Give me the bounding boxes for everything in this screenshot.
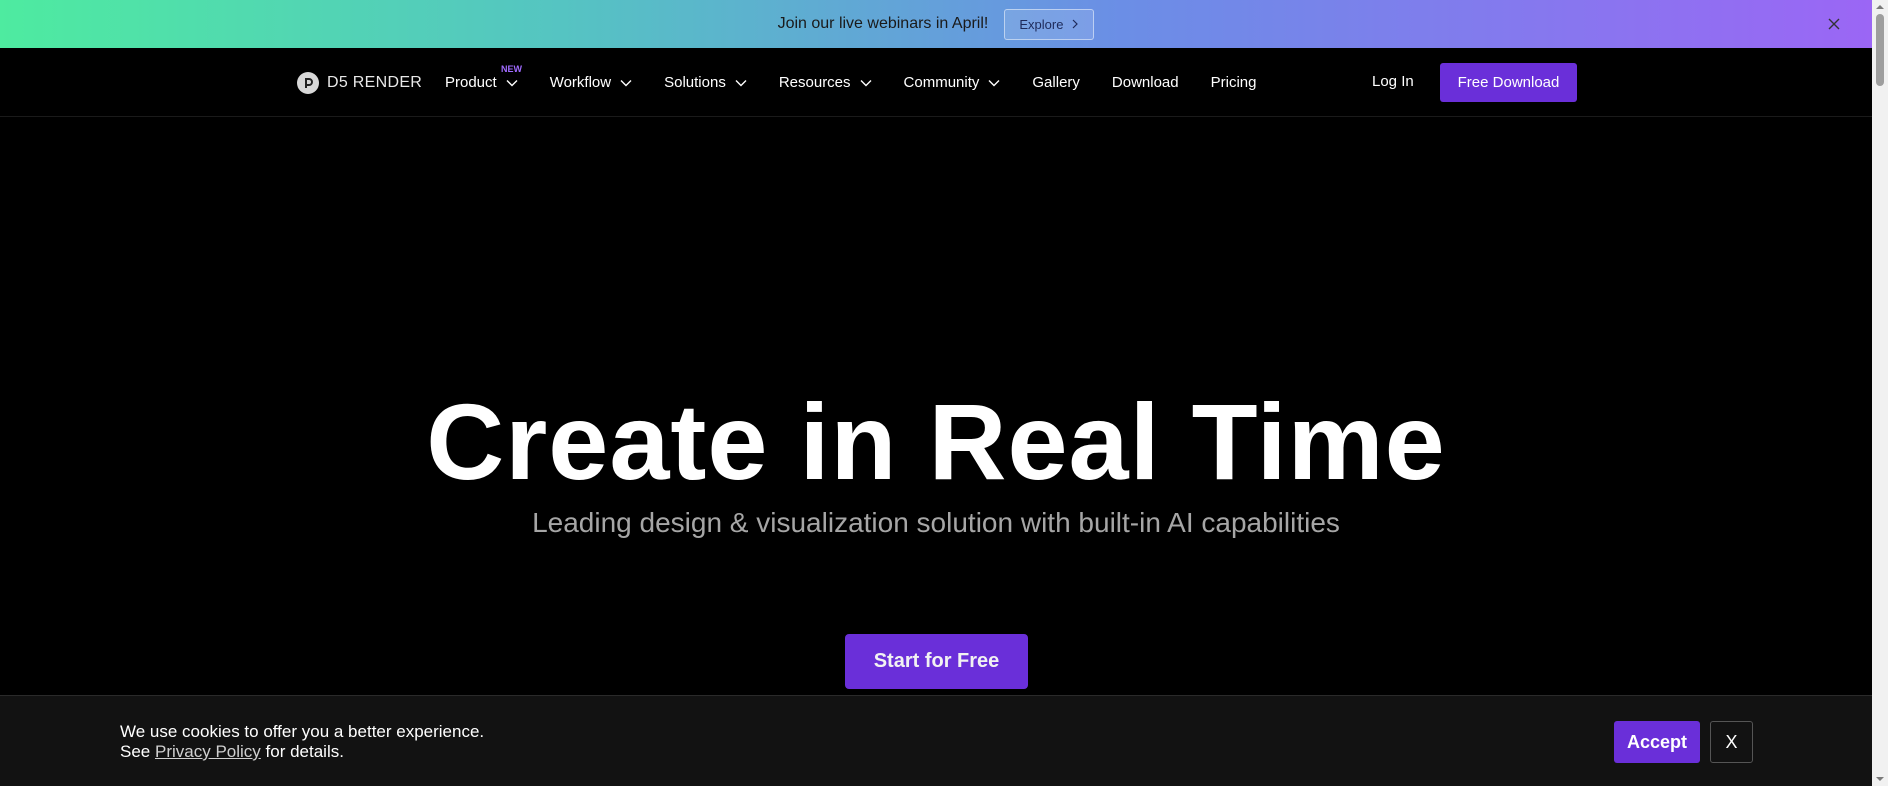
cookie-line-2-suffix: for details. [265, 742, 344, 761]
logo-mark-icon [297, 72, 319, 94]
main-nav: D5 RENDER Product NEW Workflow Solutions… [0, 48, 1872, 117]
explore-button[interactable]: Explore [1004, 8, 1095, 40]
logo[interactable]: D5 RENDER [297, 72, 422, 94]
close-cookie-button[interactable]: X [1710, 721, 1753, 763]
nav-item-gallery[interactable]: Gallery [1032, 74, 1080, 91]
scroll-down-arrow-icon[interactable] [1876, 775, 1884, 783]
close-icon[interactable] [1826, 16, 1842, 32]
announcement-text: Join our live webinars in April! [777, 15, 989, 32]
nav-item-label: Product [445, 74, 497, 91]
privacy-policy-link[interactable]: Privacy Policy [155, 742, 261, 761]
cookie-line-1: We use cookies to offer you a better exp… [120, 722, 485, 741]
chevron-down-icon [735, 79, 747, 86]
scrollbar[interactable] [1872, 0, 1888, 786]
nav-item-community[interactable]: Community [904, 74, 1001, 91]
nav-item-label: Download [1111, 74, 1179, 91]
scroll-up-arrow-icon[interactable] [1876, 3, 1884, 11]
cookie-banner: We use cookies to offer you a better exp… [0, 695, 1872, 786]
nav-item-solutions[interactable]: Solutions [664, 74, 747, 91]
explore-button-label: Explore [1019, 16, 1064, 32]
nav-item-label: Solutions [664, 74, 726, 91]
hero-title: Create in Real Time [426, 381, 1446, 502]
new-badge: NEW [501, 64, 522, 74]
logo-text: D5 RENDER [327, 74, 423, 91]
nav-item-product[interactable]: Product NEW [445, 64, 522, 91]
chevron-down-icon [506, 79, 518, 86]
chevron-down-icon [860, 79, 872, 86]
cookie-message: We use cookies to offer you a better exp… [120, 722, 484, 762]
chevron-down-icon [988, 79, 1000, 86]
page: Join our live webinars in April! Explore… [0, 0, 1872, 786]
nav-item-label: Pricing [1210, 74, 1257, 91]
nav-item-label: Workflow [549, 74, 612, 91]
nav-item-label: Gallery [1032, 74, 1080, 91]
chevron-down-icon [620, 79, 632, 86]
cookie-line-2-prefix: See [120, 742, 151, 761]
login-link[interactable]: Log In [1372, 73, 1414, 90]
nav-item-resources[interactable]: Resources [779, 74, 872, 91]
announcement-bar: Join our live webinars in April! Explore [0, 0, 1872, 48]
start-for-free-button[interactable]: Start for Free [845, 634, 1028, 689]
scrollbar-thumb[interactable] [1876, 14, 1884, 86]
hero-subtitle: Leading design & visualization solution … [532, 507, 1340, 538]
free-download-button[interactable]: Free Download [1440, 63, 1577, 102]
nav-item-pricing[interactable]: Pricing [1211, 74, 1257, 91]
cookie-line-2: See Privacy Policy for details. [120, 742, 484, 762]
accept-cookies-button[interactable]: Accept [1614, 721, 1700, 763]
nav-item-label: Community [903, 74, 980, 91]
chevron-right-icon [1072, 19, 1079, 29]
nav-item-label: Resources [778, 74, 851, 91]
nav-item-download[interactable]: Download [1112, 74, 1179, 91]
nav-links: Product NEW Workflow Solutions Resources… [445, 48, 1288, 117]
nav-item-workflow[interactable]: Workflow [550, 74, 632, 91]
